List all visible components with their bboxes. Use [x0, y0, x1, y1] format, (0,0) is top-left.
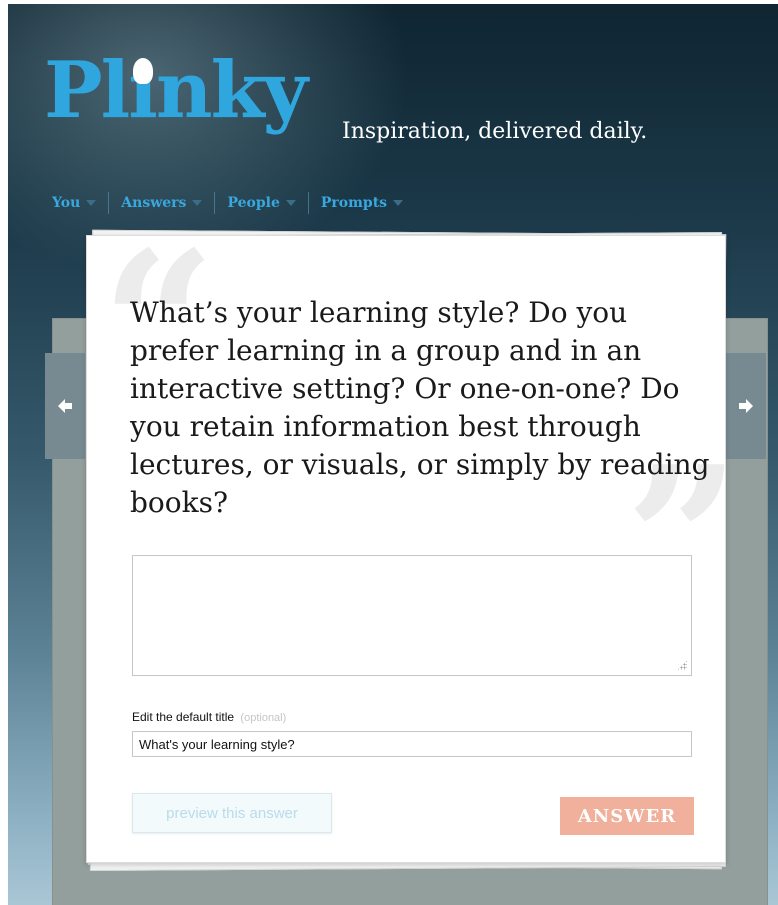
plinky-logo[interactable]: Plinky: [44, 52, 308, 130]
nav-you[interactable]: You: [8, 192, 110, 214]
optional-hint: (optional): [240, 712, 287, 724]
answer-textarea[interactable]: [132, 555, 692, 676]
caret-down-icon: [86, 200, 97, 206]
logo-text: Plinky: [44, 45, 308, 136]
caret-down-icon: [192, 200, 203, 206]
title-field-label: Edit the default title (optional): [132, 710, 286, 724]
nav-people[interactable]: People: [215, 192, 309, 214]
nav-prompts-label: Prompts: [320, 195, 388, 211]
prompt-question: What’s your learning style? Do you prefe…: [130, 296, 710, 519]
title-input[interactable]: [132, 731, 692, 757]
page-background: Plinky Inspiration, delivered daily. You…: [8, 4, 778, 905]
caret-down-icon: [393, 200, 404, 206]
preview-answer-button[interactable]: preview this answer: [132, 793, 332, 833]
title-label-text: Edit the default title: [132, 710, 235, 724]
nav-prompts[interactable]: Prompts: [309, 192, 415, 214]
lightbulb-icon: [133, 58, 153, 84]
caret-down-icon: [285, 200, 296, 206]
arrow-left-icon: [58, 399, 72, 413]
arrow-right-icon: [739, 399, 753, 413]
nav-you-label: You: [52, 195, 81, 211]
prompt-card: “ ” What’s your learning style? Do you p…: [86, 226, 740, 863]
nav-people-label: People: [227, 195, 280, 211]
tagline: Inspiration, delivered daily.: [342, 119, 648, 144]
previous-prompt-button[interactable]: [45, 353, 85, 459]
answer-submit-button[interactable]: ANSWER: [560, 797, 694, 835]
